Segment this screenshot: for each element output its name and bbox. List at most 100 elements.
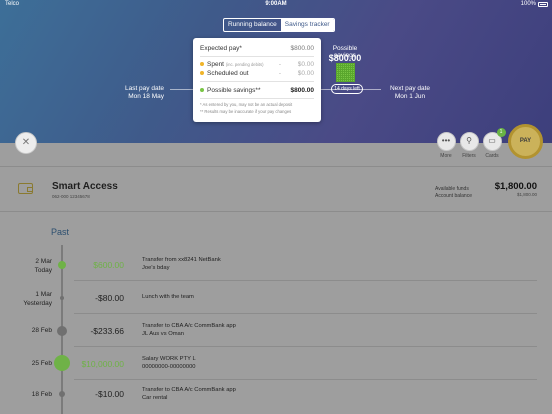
date-text: 2 Mar [35,258,52,265]
more-icon: ••• [436,132,456,151]
spent-dot-icon [200,62,204,67]
card-icon: ▭ 1 [482,128,506,151]
desc-line-1: Salary WORK PTY L [142,356,196,362]
scheduled-operator: - [278,70,281,77]
transaction-date: 25 Feb [0,359,52,368]
date-sub: Today [34,267,52,274]
date-text: 18 Feb [31,391,52,398]
filters-label: Filters [462,153,476,159]
timeline-node [58,261,66,269]
transaction-description: Transfer to CBA A/c CommBank app JL Aus v… [142,323,236,338]
timeline-node [54,355,70,371]
desc-line-2: Joe's bday [142,264,170,271]
transaction-row[interactable]: 18 Feb -$10.00 Transfer to CBA A/c CommB… [0,380,552,413]
desc-line-1: Transfer to CBA A/c CommBank app [142,323,236,329]
transaction-amount: -$233.66 [90,326,124,336]
transaction-row[interactable]: 2 Mar Today $600.00 Transfer from xx8241 … [0,248,552,281]
battery-percent: 100% [520,1,536,7]
tab-running-balance[interactable]: Running balance [224,19,281,31]
transaction-row[interactable]: 28 Feb -$233.66 Transfer to CBA A/c Comm… [0,314,552,347]
expected-pay-row: Expected pay* $800.00 [200,45,314,52]
transaction-description: Transfer to CBA A/c CommBank app Car rent… [142,387,236,402]
pay-button[interactable]: PAY [508,124,543,159]
spent-row: Spent (inc. pending debits) - $0.00 [200,61,314,68]
possible-savings-marker: ** [255,87,261,94]
transaction-date: 18 Feb [0,390,52,399]
last-pay-value: Mon 18 May [128,93,164,100]
scheduled-label: Scheduled out [207,70,249,77]
battery-icon [538,2,548,7]
popup-divider [200,98,314,99]
last-pay-title: Last pay date [124,85,164,92]
scheduled-dot-icon [200,71,204,76]
view-toggle: Running balance Savings tracker [223,18,335,32]
desc-line-1: Lunch with the team [142,294,194,300]
next-pay-value: Mon 1 Jun [394,93,426,100]
desc-line-2: Car rental [142,394,168,401]
account-balance-label: Account balance [435,193,472,199]
transaction-row[interactable]: 1 Mar Yesterday -$80.00 Lunch with the te… [0,281,552,314]
available-funds-label: Available funds [435,186,469,192]
transaction-amount: -$80.00 [95,293,124,303]
possible-savings-amount: $800.00 [328,53,362,63]
desc-line-1: Transfer from xx8241 NetBank [142,257,221,263]
possible-savings-label: Possible savings [207,87,256,94]
expected-pay-value: $800.00 [290,45,315,52]
spent-label: Spent [207,61,224,68]
tab-savings-tracker[interactable]: Savings tracker [280,19,334,31]
transaction-description: Transfer from xx8241 NetBank Joe's bday [142,257,221,272]
cards-label: Cards [485,153,499,159]
transaction-date: 28 Feb [0,326,52,335]
possible-savings-value: $800.00 [290,87,315,94]
timeline-node [57,326,67,336]
transaction-amount: -$10.00 [95,389,124,399]
more-button[interactable]: ••• More [435,132,457,159]
desc-line-1: Transfer to CBA A/c CommBank app [142,387,236,393]
spent-value: $0.00 [297,61,314,68]
last-pay-date: Last pay date Mon 18 May [121,85,164,101]
next-pay-date: Next pay date Mon 1 Jun [385,85,435,101]
popup-divider [200,81,314,82]
spent-operator: - [278,61,281,68]
transaction-description: Lunch with the team [142,294,194,302]
cards-button[interactable]: ▭ 1 Cards [481,128,506,159]
transaction-description: Salary WORK PTY L 00000000-00000000 [142,356,196,371]
desc-line-2: JL Aus vs Oman [142,330,184,337]
divider [0,166,552,167]
timeline-node [60,296,64,300]
wallet-icon [18,183,33,194]
transaction-amount: $600.00 [93,260,124,270]
footnote-2: ** Results may be inaccurate if your pay… [200,109,292,114]
savings-tracker-header: Telco 9:00AM 100% Running balance Saving… [0,0,552,143]
timeline-line-left [170,89,194,90]
scheduled-row: Scheduled out - $0.00 [200,70,314,77]
timeline-node [59,391,65,397]
spent-note: (inc. pending debits) [225,62,264,67]
date-sub: Yesterday [23,300,52,307]
date-text: 1 Mar [35,291,52,298]
next-pay-title: Next pay date [389,85,431,92]
savings-grid-graphic [336,63,355,82]
scheduled-value: $0.00 [297,70,314,77]
account-number: 062-000 12345678 [52,194,90,199]
filters-button[interactable]: ⚲ Filters [458,132,480,159]
savings-breakdown-popup: Expected pay* $800.00 Spent (inc. pendin… [193,38,321,122]
date-text: 28 Feb [31,327,52,334]
expected-pay-marker: * [239,45,242,52]
desc-line-2: 00000000-00000000 [142,363,196,370]
transaction-row[interactable]: 25 Feb $10,000.00 Salary WORK PTY L 00000… [0,347,552,380]
transaction-date: 1 Mar Yesterday [0,290,52,308]
more-label: More [440,153,452,159]
close-icon: ✕ [21,137,31,148]
footnote-1: * As entered by you, may not be an actua… [200,102,293,107]
section-title-past: Past [51,227,70,237]
balance-values: $1,800.00 $1,800.00 [495,181,537,197]
close-button[interactable]: ✕ [15,132,37,154]
savings-dot-icon [200,88,204,93]
clock: 9:00AM [265,1,287,7]
divider [0,211,552,212]
expected-pay-label: Expected pay [200,45,240,52]
transaction-amount: $10,000.00 [81,359,124,369]
date-text: 25 Feb [31,360,52,367]
balance-labels: Available funds Account balance [435,186,472,200]
